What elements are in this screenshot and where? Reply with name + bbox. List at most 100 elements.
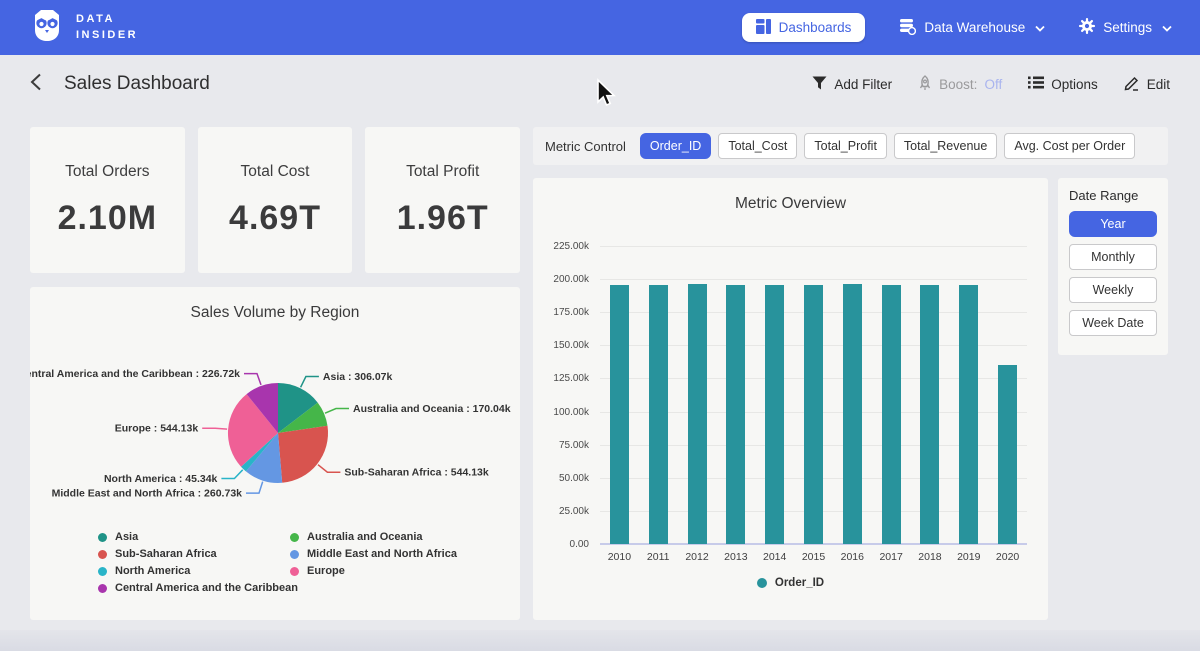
rocket-icon — [918, 75, 932, 94]
pie-slice-label: Central America and the Caribbean : 226.… — [30, 368, 240, 380]
bar-2011[interactable] — [649, 285, 668, 544]
pie-legend-item[interactable]: Sub-Saharan Africa — [98, 548, 217, 560]
date-range-button[interactable]: Weekly — [1069, 277, 1157, 303]
pie-legend-item[interactable]: Asia — [98, 531, 138, 543]
pie-label-leader — [318, 465, 340, 473]
pie-slice[interactable] — [278, 426, 328, 483]
pie-legend-item[interactable]: Central America and the Caribbean — [98, 582, 298, 594]
filter-icon — [812, 76, 827, 93]
options-button[interactable]: Options — [1028, 76, 1098, 92]
y-axis-tick-label: 50.00k — [535, 473, 589, 484]
dashboard-grid-icon — [756, 19, 771, 37]
boost-toggle[interactable]: Boost: Off — [918, 75, 1002, 94]
metric-button[interactable]: Total_Profit — [804, 133, 887, 159]
metric-control-bar: Metric Control Order_ID Total_Cost Total_P… — [533, 127, 1168, 165]
pie-slice-label: Sub-Saharan Africa : 544.13k — [344, 467, 488, 479]
metric-control-buttons: Order_ID Total_Cost Total_Profit Total_Reve… — [640, 133, 1135, 159]
brand-line1: DATA — [76, 12, 138, 28]
x-axis-tick-label: 2019 — [949, 551, 989, 563]
nav-data-warehouse-button[interactable]: Data Warehouse — [899, 18, 1045, 38]
pie-slice-label: Australia and Oceania : 170.04k — [353, 403, 511, 415]
brand-line2: INSIDER — [76, 28, 138, 44]
pie-label-leader — [202, 428, 227, 429]
bar-2015[interactable] — [804, 285, 823, 544]
metric-control-label: Metric Control — [545, 139, 626, 154]
bar-2012[interactable] — [688, 284, 707, 544]
bar-2016[interactable] — [843, 284, 862, 544]
kpi-card: Total Orders2.10M — [30, 127, 185, 273]
top-nav-bar: DATA INSIDER Dashboards — [0, 0, 1200, 55]
nav-settings-button[interactable]: Settings — [1079, 18, 1172, 37]
metric-button[interactable]: Avg. Cost per Order — [1004, 133, 1135, 159]
date-range-button[interactable]: Monthly — [1069, 244, 1157, 270]
x-axis-tick-label: 2013 — [716, 551, 756, 563]
pie-label-leader — [246, 482, 263, 494]
date-range-button[interactable]: Week Date — [1069, 310, 1157, 336]
legend-label: Europe — [307, 565, 345, 577]
bar-2013[interactable] — [726, 285, 745, 544]
y-axis-tick-label: 75.00k — [535, 440, 589, 451]
gridline — [600, 279, 1027, 280]
metric-button[interactable]: Total_Cost — [718, 133, 797, 159]
metric-button[interactable]: Total_Revenue — [894, 133, 997, 159]
pie-legend-item[interactable]: North America — [98, 565, 190, 577]
legend-label: Central America and the Caribbean — [115, 582, 298, 594]
legend-dot — [98, 567, 107, 576]
legend-dot — [98, 533, 107, 542]
nav-data-warehouse-label: Data Warehouse — [924, 20, 1025, 35]
x-axis-tick-label: 2017 — [871, 551, 911, 563]
bar-2018[interactable] — [920, 285, 939, 544]
legend-label: North America — [115, 565, 190, 577]
pie-label-leader — [325, 409, 349, 414]
x-axis-tick-label: 2011 — [638, 551, 678, 563]
chevron-down-icon — [1035, 20, 1045, 35]
pie-legend-item[interactable]: Australia and Oceania — [290, 531, 423, 543]
pie-legend-item[interactable]: Europe — [290, 565, 345, 577]
y-axis-tick-label: 175.00k — [535, 307, 589, 318]
kpi-value: 1.96T — [397, 199, 489, 238]
nav-dashboards-label: Dashboards — [779, 20, 852, 35]
kpi-card: Total Cost4.69T — [198, 127, 353, 273]
y-axis-tick-label: 150.00k — [535, 340, 589, 351]
date-range-panel: Date Range YearMonthlyWeeklyWeek Date — [1058, 178, 1168, 355]
metric-button[interactable]: Order_ID — [640, 133, 711, 159]
bar-2020[interactable] — [998, 365, 1017, 544]
nav-settings-label: Settings — [1103, 20, 1152, 35]
boost-state: Off — [984, 77, 1002, 92]
add-filter-button[interactable]: Add Filter — [812, 76, 892, 93]
x-axis-tick-label: 2010 — [599, 551, 639, 563]
kpi-card: Total Profit1.96T — [365, 127, 520, 273]
database-icon — [899, 18, 916, 38]
pie-slice-label: Europe : 544.13k — [115, 423, 199, 435]
pie-slice-label: Middle East and North Africa : 260.73k — [52, 488, 243, 500]
legend-dot — [290, 567, 299, 576]
legend-label: Australia and Oceania — [307, 531, 423, 543]
brand-logo[interactable]: DATA INSIDER — [28, 6, 138, 49]
legend-label: Middle East and North Africa — [307, 548, 457, 560]
x-axis-tick-label: 2014 — [755, 551, 795, 563]
y-axis-tick-label: 100.00k — [535, 407, 589, 418]
bar-chart-card: Metric Overview 0.0025.00k50.00k75.00k10… — [533, 178, 1048, 620]
bar-2010[interactable] — [610, 285, 629, 544]
bar-chart-plot[interactable]: 0.0025.00k50.00k75.00k100.00k125.00k150.… — [533, 178, 1048, 620]
y-axis-tick-label: 225.00k — [535, 241, 589, 252]
bar-2019[interactable] — [959, 285, 978, 544]
owl-logo-icon — [28, 6, 66, 49]
pie-legend-item[interactable]: Middle East and North Africa — [290, 548, 457, 560]
gear-icon — [1079, 18, 1095, 37]
pie-label-leader — [301, 377, 319, 388]
pie-label-leader — [244, 374, 261, 385]
dashboard-header: Sales Dashboard Add Filter Boost: Off — [0, 55, 1200, 113]
edit-button[interactable]: Edit — [1124, 75, 1170, 94]
boost-label: Boost: — [939, 77, 977, 92]
kpi-value: 2.10M — [58, 199, 158, 238]
back-button[interactable] — [30, 73, 42, 96]
bar-2014[interactable] — [765, 285, 784, 544]
y-axis-tick-label: 125.00k — [535, 373, 589, 384]
options-list-icon — [1028, 76, 1044, 92]
date-range-button[interactable]: Year — [1069, 211, 1157, 237]
nav-dashboards-button[interactable]: Dashboards — [742, 13, 866, 42]
legend-label: Order_ID — [775, 577, 824, 589]
legend-dot — [98, 584, 107, 593]
bar-2017[interactable] — [882, 285, 901, 544]
